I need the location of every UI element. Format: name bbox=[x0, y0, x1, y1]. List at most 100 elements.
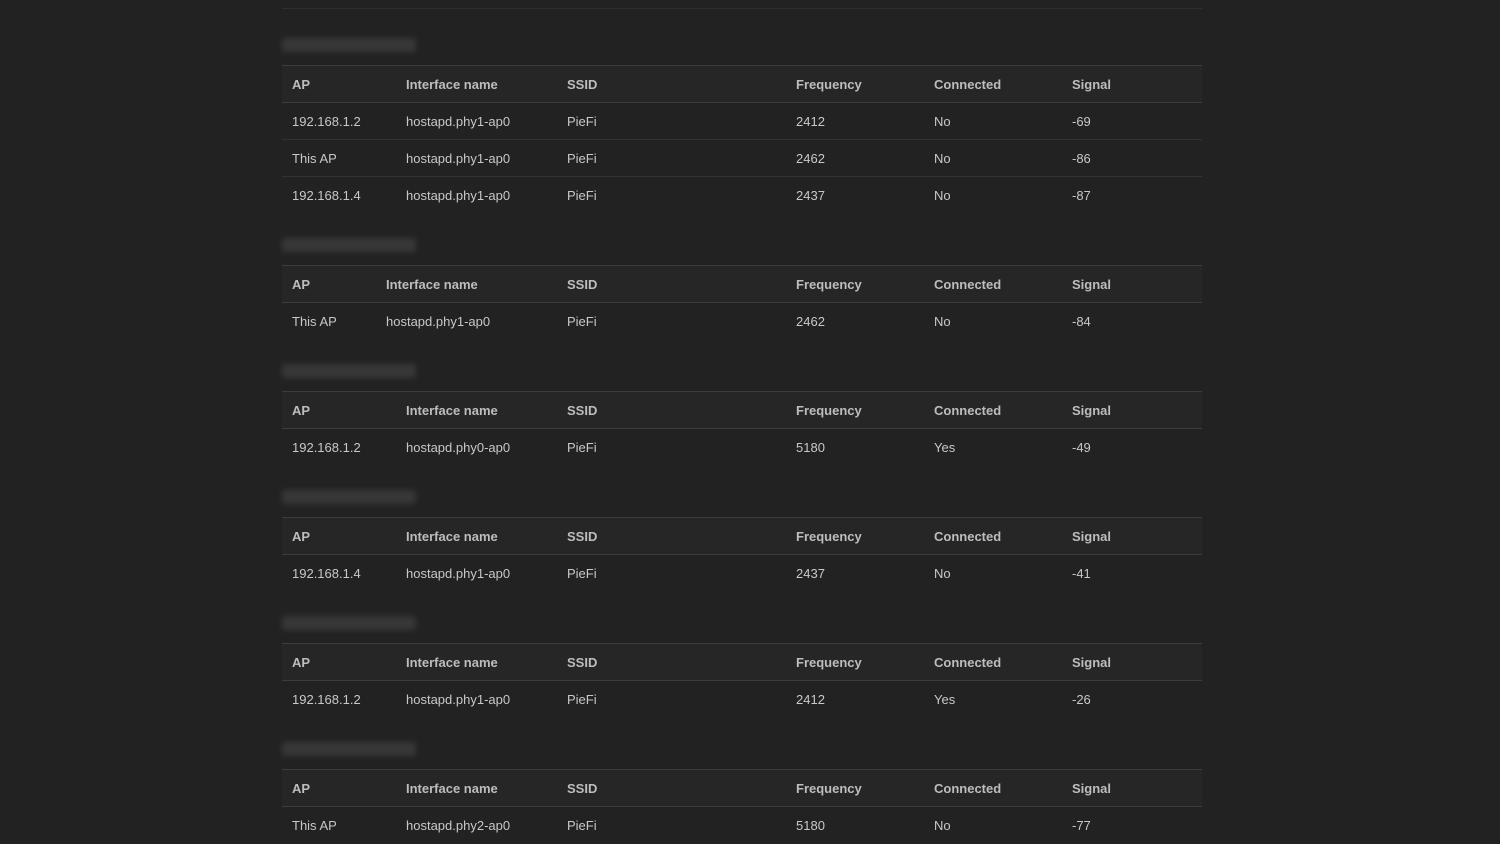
station-table: AP Interface name SSID Frequency Connect… bbox=[282, 265, 1202, 340]
column-header-ssid: SSID bbox=[567, 402, 598, 418]
column-header-signal: Signal bbox=[1072, 76, 1112, 92]
cell-signal: -86 bbox=[1072, 150, 1091, 166]
cell-ssid: PieFi bbox=[567, 150, 597, 166]
column-header-signal: Signal bbox=[1072, 276, 1112, 292]
column-header-signal: Signal bbox=[1072, 780, 1112, 796]
table-header-row: AP Interface name SSID Frequency Connect… bbox=[282, 65, 1202, 103]
cell-signal: -84 bbox=[1072, 313, 1091, 329]
column-header-ap: AP bbox=[292, 780, 311, 796]
column-header-signal: Signal bbox=[1072, 402, 1112, 418]
cell-ap: 192.168.1.2 bbox=[292, 113, 361, 129]
column-header-frequency: Frequency bbox=[796, 76, 862, 92]
column-header-connected: Connected bbox=[934, 402, 1002, 418]
column-header-ssid: SSID bbox=[567, 654, 598, 670]
cell-ap: This AP bbox=[292, 313, 337, 329]
cell-ssid: PieFi bbox=[567, 313, 597, 329]
cell-signal: -49 bbox=[1072, 439, 1091, 455]
cell-frequency: 2437 bbox=[796, 187, 825, 203]
cell-frequency: 5180 bbox=[796, 817, 825, 833]
column-header-ssid: SSID bbox=[567, 528, 598, 544]
column-header-ssid: SSID bbox=[567, 780, 598, 796]
divider bbox=[282, 8, 1202, 9]
table-row: This AP hostapd.phy2-ap0 PieFi 5180 No -… bbox=[282, 807, 1202, 844]
station-table: AP Interface name SSID Frequency Connect… bbox=[282, 643, 1202, 718]
section-title-redacted bbox=[282, 742, 416, 756]
cell-ap: This AP bbox=[292, 817, 337, 833]
column-header-frequency: Frequency bbox=[796, 654, 862, 670]
cell-connected: No bbox=[934, 313, 951, 329]
column-header-ap: AP bbox=[292, 654, 311, 670]
section-title-redacted bbox=[282, 364, 416, 378]
column-header-interface: Interface name bbox=[406, 402, 498, 418]
table-header-row: AP Interface name SSID Frequency Connect… bbox=[282, 517, 1202, 555]
cell-ssid: PieFi bbox=[567, 691, 597, 707]
column-header-frequency: Frequency bbox=[796, 402, 862, 418]
cell-ap: 192.168.1.4 bbox=[292, 565, 361, 581]
cell-frequency: 2437 bbox=[796, 565, 825, 581]
cell-ssid: PieFi bbox=[567, 113, 597, 129]
column-header-signal: Signal bbox=[1072, 654, 1112, 670]
column-header-interface: Interface name bbox=[386, 276, 478, 292]
column-header-ap: AP bbox=[292, 76, 311, 92]
cell-frequency: 2412 bbox=[796, 691, 825, 707]
cell-interface: hostapd.phy1-ap0 bbox=[406, 113, 511, 129]
cell-frequency: 2462 bbox=[796, 150, 825, 166]
section-title-redacted bbox=[282, 38, 416, 52]
column-header-frequency: Frequency bbox=[796, 528, 862, 544]
table-header-row: AP Interface name SSID Frequency Connect… bbox=[282, 265, 1202, 303]
table-row: 192.168.1.2 hostapd.phy1-ap0 PieFi 2412 … bbox=[282, 681, 1202, 718]
cell-signal: -41 bbox=[1072, 565, 1091, 581]
column-header-connected: Connected bbox=[934, 276, 1002, 292]
section-title-redacted bbox=[282, 490, 416, 504]
column-header-frequency: Frequency bbox=[796, 780, 862, 796]
cell-connected: No bbox=[934, 113, 951, 129]
column-header-interface: Interface name bbox=[406, 654, 498, 670]
cell-ap: 192.168.1.2 bbox=[292, 439, 361, 455]
table-row: 192.168.1.2 hostapd.phy0-ap0 PieFi 5180 … bbox=[282, 429, 1202, 466]
column-header-interface: Interface name bbox=[406, 76, 498, 92]
cell-interface: hostapd.phy1-ap0 bbox=[406, 187, 511, 203]
cell-ssid: PieFi bbox=[567, 565, 597, 581]
cell-connected: Yes bbox=[934, 439, 956, 455]
cell-interface: hostapd.phy2-ap0 bbox=[406, 817, 511, 833]
cell-connected: Yes bbox=[934, 691, 956, 707]
cell-frequency: 2462 bbox=[796, 313, 825, 329]
station-table: AP Interface name SSID Frequency Connect… bbox=[282, 517, 1202, 592]
cell-interface: hostapd.phy1-ap0 bbox=[386, 313, 491, 329]
cell-frequency: 5180 bbox=[796, 439, 825, 455]
column-header-interface: Interface name bbox=[406, 528, 498, 544]
cell-ap: 192.168.1.2 bbox=[292, 691, 361, 707]
cell-signal: -87 bbox=[1072, 187, 1091, 203]
table-header-row: AP Interface name SSID Frequency Connect… bbox=[282, 391, 1202, 429]
cell-interface: hostapd.phy1-ap0 bbox=[406, 691, 511, 707]
cell-ssid: PieFi bbox=[567, 817, 597, 833]
station-table: AP Interface name SSID Frequency Connect… bbox=[282, 769, 1202, 844]
cell-signal: -77 bbox=[1072, 817, 1091, 833]
column-header-connected: Connected bbox=[934, 76, 1002, 92]
table-header-row: AP Interface name SSID Frequency Connect… bbox=[282, 769, 1202, 807]
column-header-ssid: SSID bbox=[567, 276, 598, 292]
cell-frequency: 2412 bbox=[796, 113, 825, 129]
table-row: This AP hostapd.phy1-ap0 PieFi 2462 No -… bbox=[282, 303, 1202, 340]
cell-connected: No bbox=[934, 187, 951, 203]
cell-interface: hostapd.phy0-ap0 bbox=[406, 439, 511, 455]
table-header-row: AP Interface name SSID Frequency Connect… bbox=[282, 643, 1202, 681]
column-header-signal: Signal bbox=[1072, 528, 1112, 544]
cell-connected: No bbox=[934, 150, 951, 166]
column-header-interface: Interface name bbox=[406, 780, 498, 796]
cell-signal: -69 bbox=[1072, 113, 1091, 129]
station-table: AP Interface name SSID Frequency Connect… bbox=[282, 391, 1202, 466]
cell-ssid: PieFi bbox=[567, 187, 597, 203]
cell-interface: hostapd.phy1-ap0 bbox=[406, 565, 511, 581]
cell-signal: -26 bbox=[1072, 691, 1091, 707]
cell-ap: 192.168.1.4 bbox=[292, 187, 361, 203]
table-row: 192.168.1.4 hostapd.phy1-ap0 PieFi 2437 … bbox=[282, 177, 1202, 214]
column-header-ap: AP bbox=[292, 528, 311, 544]
column-header-ap: AP bbox=[292, 402, 311, 418]
column-header-frequency: Frequency bbox=[796, 276, 862, 292]
cell-ap: This AP bbox=[292, 150, 337, 166]
section-title-redacted bbox=[282, 616, 416, 630]
table-row: 192.168.1.2 hostapd.phy1-ap0 PieFi 2412 … bbox=[282, 103, 1202, 140]
column-header-ap: AP bbox=[292, 276, 311, 292]
column-header-connected: Connected bbox=[934, 654, 1002, 670]
